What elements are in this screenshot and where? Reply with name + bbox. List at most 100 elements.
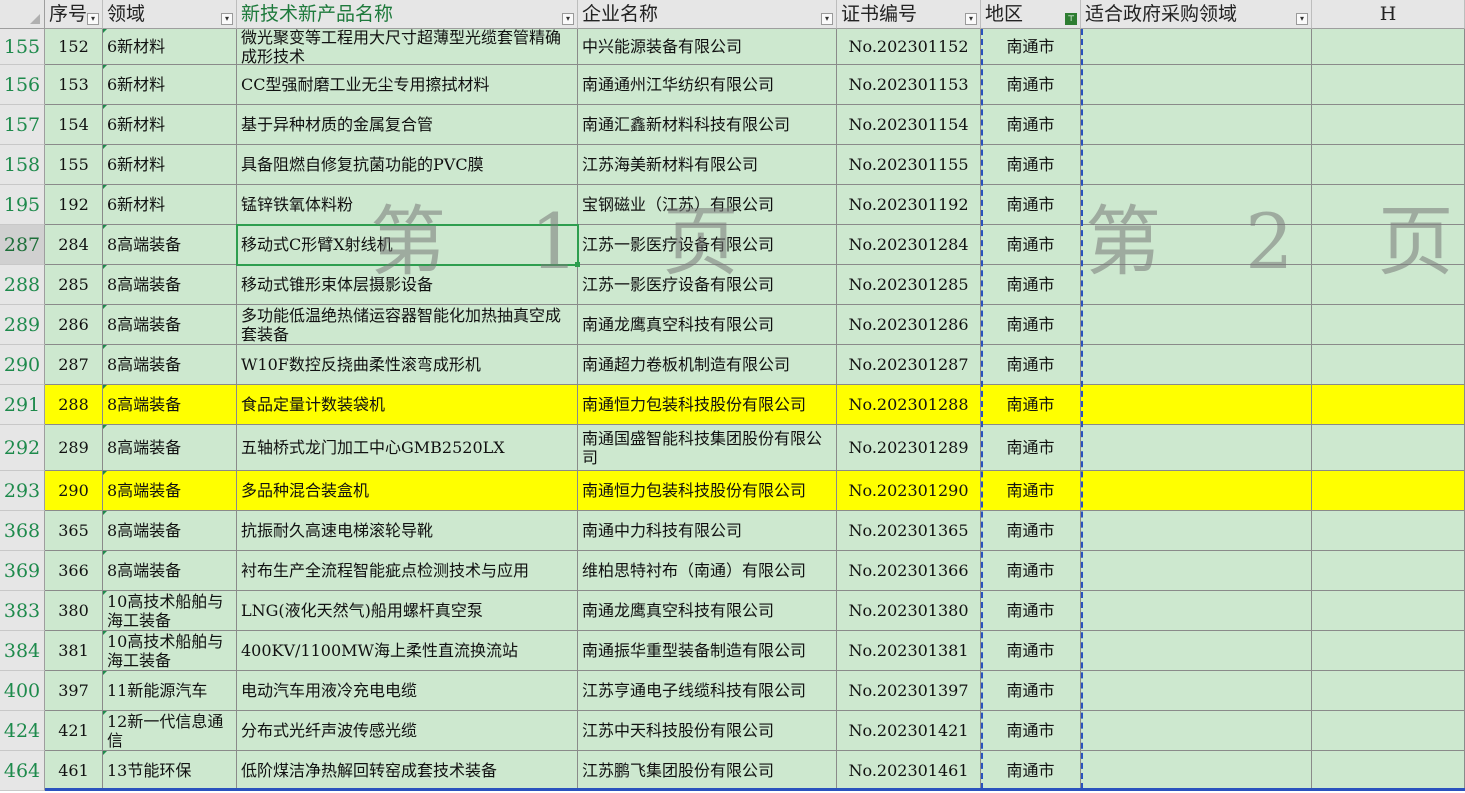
cell-product[interactable]: CC型强耐磨工业无尘专用擦拭材料: [237, 65, 578, 105]
cell-seq[interactable]: 284: [45, 225, 103, 265]
cell-company[interactable]: 江苏海美新材料有限公司: [578, 145, 837, 185]
cell-company[interactable]: 南通振华重型装备制造有限公司: [578, 631, 837, 671]
cell-gov[interactable]: [1081, 385, 1312, 425]
cell-field[interactable]: 8高端装备: [103, 511, 237, 551]
cell-company[interactable]: 宝钢磁业（江苏）有限公司: [578, 185, 837, 225]
cell-gov[interactable]: [1081, 105, 1312, 145]
cell-seq[interactable]: 152: [45, 29, 103, 65]
cell-company[interactable]: 南通恒力包装科技股份有限公司: [578, 385, 837, 425]
filter-dropdown-icon[interactable]: ▾: [1296, 13, 1308, 25]
fill-handle[interactable]: [575, 262, 580, 267]
row-header[interactable]: 156: [0, 65, 45, 105]
cell-product[interactable]: W10F数控反挠曲柔性滚弯成形机: [237, 345, 578, 385]
cell-seq[interactable]: 381: [45, 631, 103, 671]
column-header-g[interactable]: 适合政府采购领域 ▾: [1081, 0, 1312, 29]
filter-dropdown-icon[interactable]: ▾: [87, 13, 99, 25]
cell-cert[interactable]: No.202301461: [837, 751, 981, 791]
cell-gov[interactable]: [1081, 511, 1312, 551]
cell-field[interactable]: 8高端装备: [103, 225, 237, 265]
row-header[interactable]: 195: [0, 185, 45, 225]
cell-seq[interactable]: 286: [45, 305, 103, 345]
cell-company[interactable]: 南通龙鹰真空科技有限公司: [578, 591, 837, 631]
cell-field[interactable]: 8高端装备: [103, 345, 237, 385]
cell-gov[interactable]: [1081, 29, 1312, 65]
cell-cert[interactable]: No.202301365: [837, 511, 981, 551]
cell-company[interactable]: 南通汇鑫新材料科技有限公司: [578, 105, 837, 145]
cell-h[interactable]: [1312, 711, 1465, 751]
cell-region[interactable]: 南通市: [981, 345, 1081, 385]
cell-region[interactable]: 南通市: [981, 425, 1081, 471]
cell-product[interactable]: 400KV/1100MW海上柔性直流换流站: [237, 631, 578, 671]
cell-company[interactable]: 江苏亨通电子线缆科技有限公司: [578, 671, 837, 711]
column-header-a[interactable]: 序号 ▾: [45, 0, 103, 29]
row-header[interactable]: 368: [0, 511, 45, 551]
row-header[interactable]: 288: [0, 265, 45, 305]
row-header[interactable]: 369: [0, 551, 45, 591]
cell-field[interactable]: 8高端装备: [103, 425, 237, 471]
cell-h[interactable]: [1312, 471, 1465, 511]
cell-gov[interactable]: [1081, 65, 1312, 105]
cell-seq[interactable]: 380: [45, 591, 103, 631]
cell-product[interactable]: LNG(液化天然气)船用螺杆真空泵: [237, 591, 578, 631]
cell-field[interactable]: 6新材料: [103, 65, 237, 105]
cell-seq[interactable]: 154: [45, 105, 103, 145]
cell-seq[interactable]: 421: [45, 711, 103, 751]
cell-region[interactable]: 南通市: [981, 551, 1081, 591]
cell-field[interactable]: 8高端装备: [103, 551, 237, 591]
cell-gov[interactable]: [1081, 345, 1312, 385]
column-header-c[interactable]: 新技术新产品名称 ▾: [237, 0, 578, 29]
row-header[interactable]: 158: [0, 145, 45, 185]
row-header[interactable]: 400: [0, 671, 45, 711]
cell-cert[interactable]: No.202301290: [837, 471, 981, 511]
column-header-f[interactable]: 地区 ⊤: [981, 0, 1081, 29]
cell-cert[interactable]: No.202301380: [837, 591, 981, 631]
cell-region[interactable]: 南通市: [981, 225, 1081, 265]
cell-region[interactable]: 南通市: [981, 105, 1081, 145]
cell-company[interactable]: 江苏一影医疗设备有限公司: [578, 225, 837, 265]
cell-product[interactable]: 微光聚变等工程用大尺寸超薄型光缆套管精确成形技术: [237, 29, 578, 65]
cell-h[interactable]: [1312, 185, 1465, 225]
filter-dropdown-icon[interactable]: ▾: [562, 13, 574, 25]
cell-cert[interactable]: No.202301192: [837, 185, 981, 225]
cell-cert[interactable]: No.202301155: [837, 145, 981, 185]
cell-cert[interactable]: No.202301284: [837, 225, 981, 265]
cell-gov[interactable]: [1081, 225, 1312, 265]
cell-field[interactable]: 8高端装备: [103, 265, 237, 305]
cell-company[interactable]: 南通恒力包装科技股份有限公司: [578, 471, 837, 511]
cell-seq[interactable]: 397: [45, 671, 103, 711]
cell-gov[interactable]: [1081, 631, 1312, 671]
cell-region[interactable]: 南通市: [981, 711, 1081, 751]
cell-cert[interactable]: No.202301421: [837, 711, 981, 751]
column-header-h[interactable]: H: [1312, 0, 1465, 29]
filter-dropdown-icon[interactable]: ▾: [221, 13, 233, 25]
cell-gov[interactable]: [1081, 145, 1312, 185]
cell-company[interactable]: 中兴能源装备有限公司: [578, 29, 837, 65]
cell-product[interactable]: 多品种混合装盒机: [237, 471, 578, 511]
cell-company[interactable]: 南通超力卷板机制造有限公司: [578, 345, 837, 385]
cell-h[interactable]: [1312, 29, 1465, 65]
select-all-corner[interactable]: [0, 0, 45, 29]
cell-cert[interactable]: No.202301152: [837, 29, 981, 65]
cell-field[interactable]: 6新材料: [103, 105, 237, 145]
cell-seq[interactable]: 288: [45, 385, 103, 425]
cell-region[interactable]: 南通市: [981, 511, 1081, 551]
cell-h[interactable]: [1312, 631, 1465, 671]
cell-product[interactable]: 分布式光纤声波传感光缆: [237, 711, 578, 751]
cell-field[interactable]: 6新材料: [103, 145, 237, 185]
cell-h[interactable]: [1312, 671, 1465, 711]
cell-seq[interactable]: 365: [45, 511, 103, 551]
cell-seq[interactable]: 366: [45, 551, 103, 591]
row-header[interactable]: 424: [0, 711, 45, 751]
cell-h[interactable]: [1312, 591, 1465, 631]
cell-gov[interactable]: [1081, 471, 1312, 511]
cell-gov[interactable]: [1081, 305, 1312, 345]
row-header[interactable]: 384: [0, 631, 45, 671]
cell-h[interactable]: [1312, 425, 1465, 471]
cell-product[interactable]: 食品定量计数装袋机: [237, 385, 578, 425]
cell-cert[interactable]: No.202301153: [837, 65, 981, 105]
cell-seq[interactable]: 192: [45, 185, 103, 225]
cell-cert[interactable]: No.202301285: [837, 265, 981, 305]
cell-region[interactable]: 南通市: [981, 145, 1081, 185]
cell-field[interactable]: 6新材料: [103, 185, 237, 225]
row-header[interactable]: 291: [0, 385, 45, 425]
